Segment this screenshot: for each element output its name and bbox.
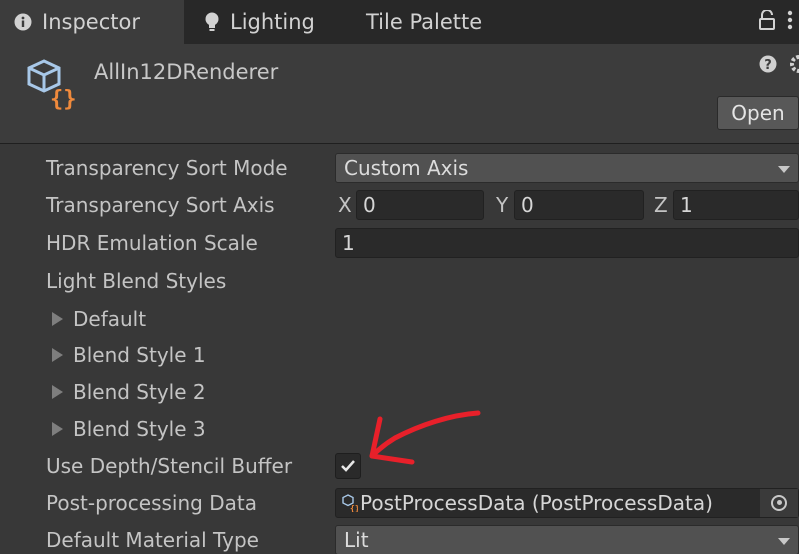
- property-label: HDR Emulation Scale: [46, 230, 258, 255]
- transparency-sort-mode-dropdown[interactable]: Custom Axis: [335, 152, 799, 183]
- kebab-menu-icon[interactable]: [787, 10, 793, 35]
- tab-label: Lighting: [230, 10, 315, 34]
- header-icons: ?: [759, 54, 799, 78]
- dropdown-arrow-icon: [778, 165, 790, 173]
- tab-bar: Inspector Lighting Tile Palette: [0, 0, 799, 44]
- tab-label: Tile Palette: [366, 10, 483, 34]
- tab-inspector[interactable]: Inspector: [0, 0, 184, 44]
- property-label: Use Depth/Stencil Buffer: [46, 453, 293, 478]
- foldout-blend-style-3[interactable]: Blend Style 3: [0, 410, 799, 447]
- y-label: Y: [496, 192, 509, 217]
- section-label: Light Blend Styles: [46, 268, 227, 293]
- lock-icon[interactable]: [759, 8, 775, 35]
- foldout-arrow-icon: [52, 421, 63, 436]
- object-picker-icon: [771, 494, 787, 511]
- dropdown-value: Custom Axis: [344, 155, 469, 180]
- scriptable-object-icon: {}: [26, 58, 80, 112]
- object-field-value: PostProcessData (PostProcessData): [360, 490, 713, 515]
- x-label: X: [338, 192, 352, 217]
- row-hdr-emulation-scale: HDR Emulation Scale 1: [0, 224, 799, 261]
- dropdown-value: Lit: [344, 527, 369, 552]
- svg-text:{}: {}: [350, 504, 358, 512]
- help-icon[interactable]: ?: [759, 54, 777, 78]
- default-material-type-dropdown[interactable]: Lit: [335, 524, 799, 554]
- svg-text:?: ?: [764, 58, 772, 73]
- depth-stencil-checkbox[interactable]: [335, 452, 361, 479]
- sort-axis-z-field[interactable]: 1: [673, 189, 799, 220]
- property-label: Default Material Type: [46, 527, 259, 552]
- info-icon: [14, 13, 32, 31]
- foldout-blend-style-2[interactable]: Blend Style 2: [0, 373, 799, 410]
- foldout-default[interactable]: Default: [0, 300, 799, 337]
- row-transparency-sort-mode: Transparency Sort Mode Custom Axis: [0, 149, 799, 186]
- inspector-header: {} AllIn12DRenderer ? Open: [0, 44, 799, 144]
- tab-tile-palette[interactable]: Tile Palette: [366, 0, 482, 44]
- settings-icon[interactable]: [787, 54, 799, 78]
- foldout-label: Blend Style 1: [73, 342, 206, 367]
- foldout-label: Blend Style 3: [73, 416, 206, 441]
- hdr-emulation-scale-field[interactable]: 1: [335, 227, 799, 258]
- foldout-label: Default: [73, 306, 147, 331]
- row-light-blend-styles: Light Blend Styles: [0, 262, 799, 299]
- tab-label: Inspector: [42, 10, 140, 34]
- open-button[interactable]: Open: [717, 96, 799, 130]
- asset-name: AllIn12DRenderer: [94, 60, 279, 84]
- object-picker-button[interactable]: [760, 488, 798, 517]
- row-use-depth-stencil-buffer: Use Depth/Stencil Buffer: [0, 447, 799, 484]
- foldout-arrow-icon: [52, 347, 63, 362]
- tab-lighting[interactable]: Lighting: [204, 0, 315, 44]
- lightbulb-icon: [204, 12, 220, 32]
- svg-text:{}: {}: [50, 87, 77, 112]
- row-post-processing-data: Post-processing Data {} PostProcessData …: [0, 484, 799, 521]
- foldout-arrow-icon: [52, 311, 63, 326]
- scriptable-object-icon: {}: [342, 493, 358, 512]
- z-label: Z: [654, 192, 668, 217]
- row-default-material-type: Default Material Type Lit: [0, 521, 799, 554]
- property-label: Transparency Sort Axis: [46, 192, 275, 217]
- checkmark-icon: [341, 459, 355, 472]
- dropdown-arrow-icon: [778, 537, 790, 545]
- property-label: Transparency Sort Mode: [46, 155, 288, 180]
- sort-axis-y-field[interactable]: 0: [514, 189, 644, 220]
- foldout-label: Blend Style 2: [73, 379, 206, 404]
- foldout-arrow-icon: [52, 384, 63, 399]
- tab-bar-controls: [759, 0, 793, 44]
- post-processing-data-field[interactable]: {} PostProcessData (PostProcessData): [335, 487, 799, 518]
- row-transparency-sort-axis: Transparency Sort Axis X 0 Y 0 Z 1: [0, 186, 799, 223]
- foldout-blend-style-1[interactable]: Blend Style 1: [0, 336, 799, 373]
- property-label: Post-processing Data: [46, 490, 257, 515]
- sort-axis-x-field[interactable]: 0: [356, 189, 484, 220]
